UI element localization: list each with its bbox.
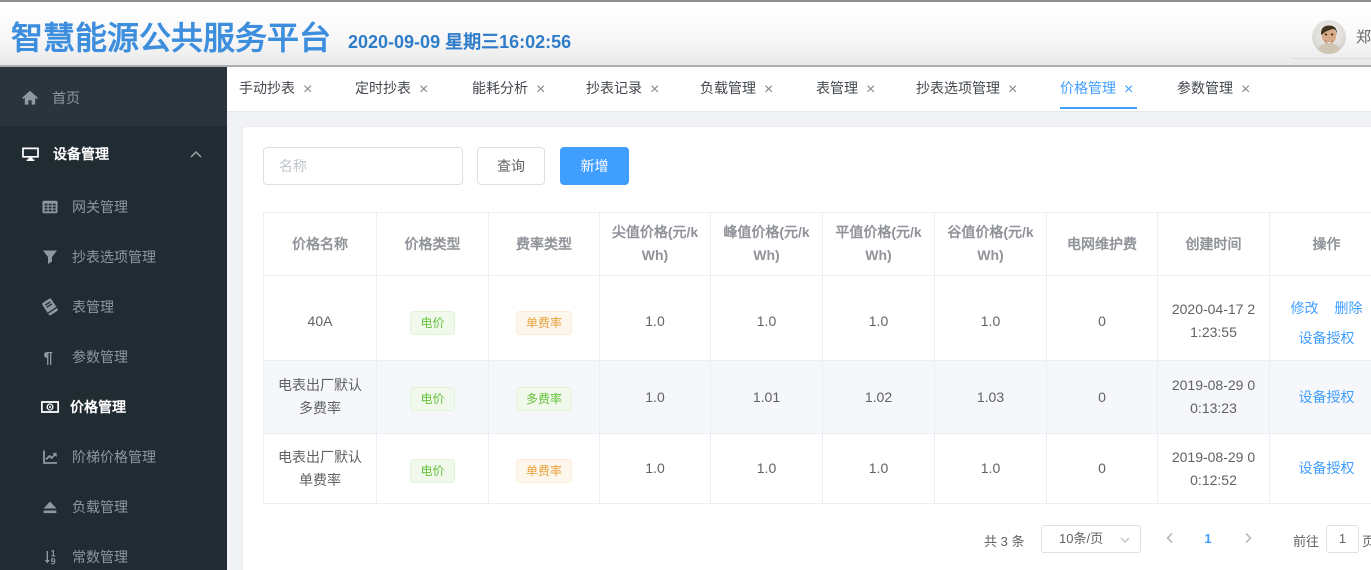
svg-text:9: 9 — [51, 557, 56, 566]
svg-text:¶: ¶ — [44, 349, 53, 365]
